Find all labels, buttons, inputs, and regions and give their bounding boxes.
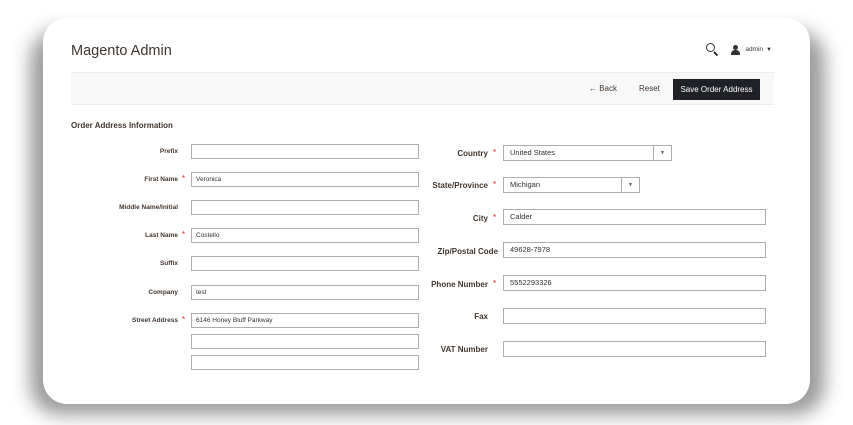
street-address-line3-input[interactable] [191,355,419,370]
state-province-label: State/Province [432,181,488,190]
user-name: admin [745,46,764,53]
page-actions-bar: ← Back Reset Save Order Address [71,72,774,105]
city-input[interactable]: Calder [503,209,766,225]
save-order-address-button[interactable]: Save Order Address [673,79,760,100]
chevron-down-icon: ▼ [621,178,639,192]
back-button[interactable]: ← Back [589,84,617,93]
middle-name-input[interactable] [191,200,419,215]
company-input[interactable]: test [191,285,419,300]
vat-number-label: VAT Number [440,345,488,354]
country-required-marker: * [493,148,497,157]
user-menu[interactable]: admin ▼ [731,44,772,55]
state-province-required-marker: * [493,180,497,189]
last-name-input[interactable]: Costello [191,228,419,243]
last-name-label: Last Name [145,232,178,239]
first-name-label: First Name [144,176,178,183]
street-address-required-marker: * [182,315,186,324]
street-address-line2-input[interactable] [191,334,419,349]
city-required-marker: * [493,213,497,222]
suffix-label: Suffix [159,260,178,267]
company-label: Company [148,289,178,296]
user-icon [731,44,741,55]
page-title: Magento Admin [71,43,172,59]
middle-name-label: Middle Name/Initial [119,204,178,211]
phone-number-input[interactable]: 5552293326 [503,275,766,291]
street-address-label: Street Address [132,317,178,324]
admin-window: Magento Admin admin ▼ ← Back Reset Save … [43,18,810,404]
header-actions: admin ▼ [706,43,772,57]
phone-number-required-marker: * [493,279,497,288]
country-label: Country [457,149,488,158]
prefix-input[interactable] [191,144,419,159]
country-select[interactable]: United States ▼ [503,145,672,161]
chevron-down-icon: ▼ [766,46,772,53]
vat-number-input[interactable] [503,341,766,357]
prefix-label: Prefix [159,148,178,155]
state-province-select[interactable]: Michigan ▼ [503,177,640,193]
chevron-down-icon: ▼ [653,146,671,160]
first-name-required-marker: * [182,174,186,183]
phone-number-label: Phone Number [431,280,488,289]
search-icon[interactable] [706,43,719,57]
fax-input[interactable] [503,308,766,324]
zip-postal-code-input[interactable]: 49628-7978 [503,242,766,258]
zip-postal-code-label: Zip/Postal Code [437,247,498,256]
reset-button[interactable]: Reset [639,84,660,93]
state-province-select-value: Michigan [510,180,541,189]
suffix-input[interactable] [191,256,419,271]
first-name-input[interactable]: Veronica [191,172,419,187]
fax-label: Fax [474,312,488,321]
city-label: City [472,214,488,223]
street-address-line1-input[interactable]: 6146 Honey Bluff Parkway [191,313,419,328]
section-title: Order Address Information [71,121,173,130]
country-select-value: United States [510,148,556,157]
last-name-required-marker: * [182,230,186,239]
